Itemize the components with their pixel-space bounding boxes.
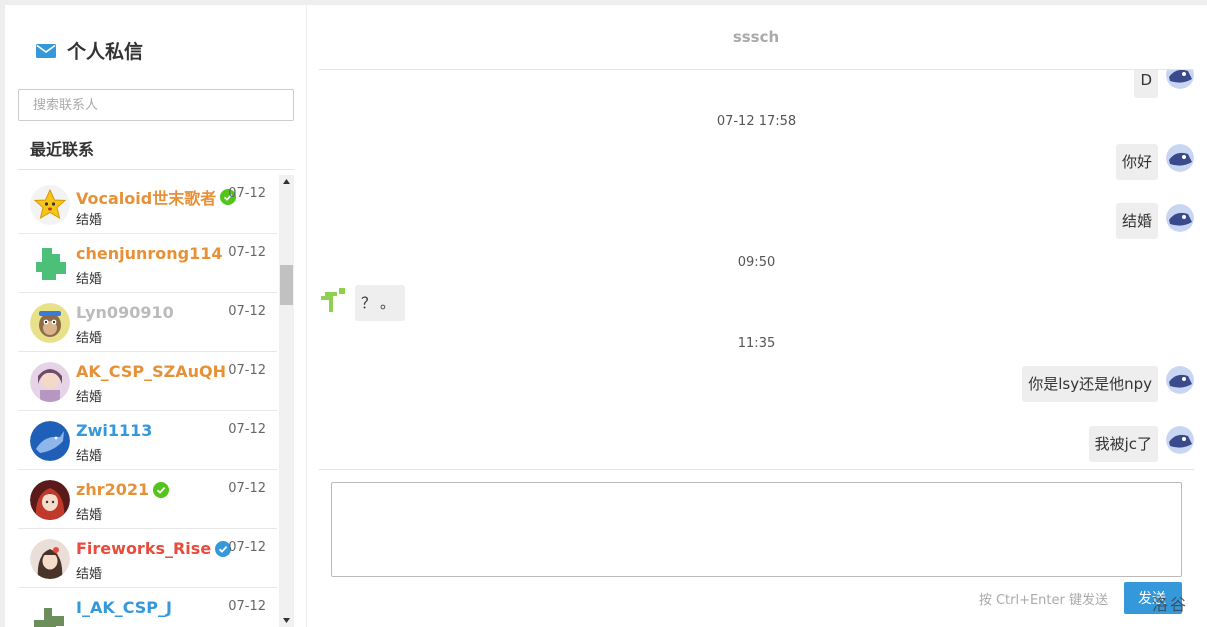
contact-name-text: zhr2021 <box>76 480 150 499</box>
contact-list: Vocaloid世末歌者 结婚 07-12 chenjunrong114 结婚 … <box>18 175 277 627</box>
avatar <box>30 362 70 402</box>
contact-name: Lyn090910 <box>76 303 174 322</box>
contact-name-text: AK_CSP_SZAuQH <box>76 362 226 381</box>
chat-title: sssch <box>732 28 780 46</box>
contact-list-scrollbar[interactable] <box>279 175 294 627</box>
contact-name: chenjunrong114 <box>76 244 223 263</box>
contact-avatar <box>319 286 347 314</box>
contact-date: 07-12 <box>228 304 266 319</box>
my-avatar <box>1166 70 1194 89</box>
panel-title: 个人私信 <box>36 37 143 64</box>
my-avatar <box>1166 366 1194 394</box>
avatar <box>30 539 70 579</box>
message-bubble: ？。 <box>355 285 406 321</box>
chat-panel: sssch D 07-12 17:58 你好 结婚 09:50 ？。 11:35… <box>307 5 1207 627</box>
contact-date: 07-12 <box>228 540 266 555</box>
contact-last-message: 结婚 <box>76 331 103 346</box>
scroll-up-arrow-icon[interactable] <box>279 175 294 189</box>
contact-item[interactable]: chenjunrong114 结婚 07-12 <box>18 234 277 293</box>
my-avatar <box>1166 144 1194 172</box>
message-timestamp: 07-12 17:58 <box>716 114 797 129</box>
recent-contacts-label: 最近联系 <box>30 140 95 159</box>
contact-name-text: Fireworks_Rise <box>76 539 212 558</box>
message-bubble: 结婚 <box>1115 203 1158 239</box>
search-contacts-input[interactable] <box>18 89 294 121</box>
contacts-panel: 个人私信 最近联系 Vocaloid世末歌者 结婚 07-12 <box>5 5 306 627</box>
message-timestamp: 11:35 <box>737 336 776 351</box>
contact-name-text: I_AK_CSP_J <box>76 598 172 617</box>
contact-date: 07-12 <box>228 186 266 201</box>
my-avatar <box>1166 426 1194 454</box>
contact-name-text: chenjunrong114 <box>76 244 223 263</box>
contact-item[interactable]: Vocaloid世末歌者 结婚 07-12 <box>18 175 277 234</box>
avatar <box>30 598 70 627</box>
avatar <box>30 185 70 225</box>
avatar <box>30 244 70 284</box>
contact-name: I_AK_CSP_J <box>76 598 172 617</box>
contact-name: zhr2021 <box>76 480 170 499</box>
contact-last-message: 结婚 <box>76 272 103 287</box>
message-bubble: 你是lsy还是他npy <box>1022 366 1158 402</box>
avatar <box>30 421 70 461</box>
scrollbar-thumb[interactable] <box>280 265 293 305</box>
contact-name-text: Lyn090910 <box>76 303 174 322</box>
contact-date: 07-12 <box>228 363 266 378</box>
contact-item[interactable]: I_AK_CSP_J 07-12 <box>18 588 277 627</box>
message-bubble: 你好 <box>1115 144 1158 180</box>
my-avatar <box>1166 204 1194 232</box>
contact-last-message: 结婚 <box>76 213 103 228</box>
envelope-icon <box>36 43 56 58</box>
contact-item[interactable]: Fireworks_Rise 结婚 07-12 <box>18 529 277 588</box>
message-bubble: 我被jc了 <box>1088 426 1158 462</box>
contact-date: 07-12 <box>228 422 266 437</box>
contact-date: 07-12 <box>228 481 266 496</box>
contact-item[interactable]: zhr2021 结婚 07-12 <box>18 470 277 529</box>
contact-name-text: Zwi1113 <box>76 421 153 440</box>
scroll-down-arrow-icon[interactable] <box>279 613 294 627</box>
contact-name: AK_CSP_SZAuQH <box>76 362 226 381</box>
divider <box>18 169 294 170</box>
contact-item[interactable]: Lyn090910 结婚 07-12 <box>18 293 277 352</box>
message-bubble: D <box>1134 70 1158 98</box>
contact-item[interactable]: Zwi1113 结婚 07-12 <box>18 411 277 470</box>
message-list: D 07-12 17:58 你好 结婚 09:50 ？。 11:35 你是lsy… <box>319 70 1194 468</box>
panel-title-text: 个人私信 <box>67 41 144 63</box>
message-timestamp: 09:50 <box>737 255 776 270</box>
avatar <box>30 303 70 343</box>
contact-name: Fireworks_Rise <box>76 539 232 558</box>
contact-name: Zwi1113 <box>76 421 152 440</box>
contact-last-message: 结婚 <box>76 508 103 523</box>
contact-date: 07-12 <box>228 599 266 614</box>
contact-last-message: 结婚 <box>76 567 103 582</box>
contact-last-message: 结婚 <box>76 449 103 464</box>
avatar <box>30 480 70 520</box>
contact-name-text: Vocaloid世末歌者 <box>76 189 217 208</box>
contact-date: 07-12 <box>228 245 266 260</box>
contact-last-message: 结婚 <box>76 390 103 405</box>
contact-name: Vocaloid世末歌者 <box>76 185 237 209</box>
send-shortcut-hint: 按 Ctrl+Enter 键发送 <box>978 593 1108 608</box>
verified-check-icon <box>153 481 170 498</box>
luogu-watermark: 洛谷 <box>1152 595 1189 614</box>
contact-item[interactable]: AK_CSP_SZAuQH 结婚 07-12 <box>18 352 277 411</box>
divider <box>319 469 1194 470</box>
message-input[interactable] <box>331 482 1182 577</box>
